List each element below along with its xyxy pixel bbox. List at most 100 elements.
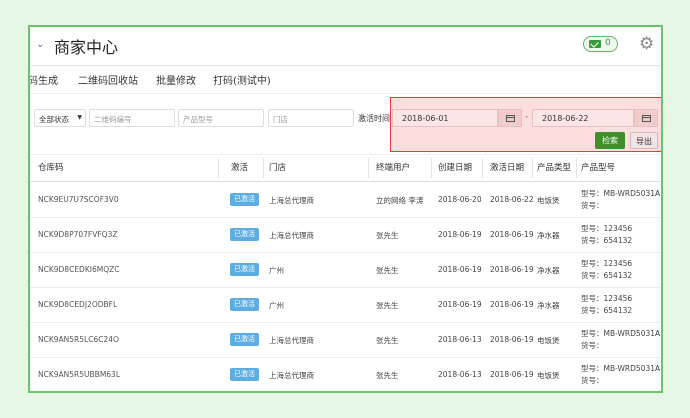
cell-end-user: 张先生 <box>376 301 399 310</box>
cell-product-type: 净水器 <box>537 266 560 275</box>
cell-warehouse-code: NCK9AN5R5LC6C24O <box>38 335 119 344</box>
column-divider <box>263 158 264 178</box>
cell-end-user: 立的网络 李涛 <box>376 196 424 205</box>
cell-item-number: 货号： <box>581 376 604 385</box>
nav-bar: 码生成 二维码回收站 批量修改 打码(测试中) <box>30 65 661 94</box>
table-row[interactable]: NCK9AN5R5UBBM63L 已激活 上海总代理商 张先生 2018-06-… <box>30 357 661 391</box>
table-row[interactable]: NCK9D8CEDKI6MQZC 已激活 广州 张先生 2018-06-19 2… <box>30 252 661 288</box>
store-input[interactable]: 门店 <box>268 109 354 127</box>
column-divider <box>576 158 577 178</box>
table-row[interactable]: NCK9EU7U7SCOF3V0 已激活 上海总代理商 立的网络 李涛 2018… <box>30 182 661 218</box>
cell-created-date: 2018-06-13 <box>438 370 482 379</box>
nav-item-batch-edit[interactable]: 批量修改 <box>156 72 196 87</box>
status-badge: 已激活 <box>230 298 259 311</box>
nav-item-print-code-testing[interactable]: 打码(测试中) <box>213 72 271 87</box>
cell-activation-date: 2018-06-19 <box>490 230 534 239</box>
cell-end-user: 张先生 <box>376 231 399 240</box>
search-button[interactable]: 检索 <box>595 132 625 149</box>
column-header-created-date: 创建日期 <box>438 163 473 173</box>
status-select-value: 全部状态 <box>39 115 69 124</box>
page-title: 商家中心 <box>54 38 119 57</box>
cell-model-number: 型号：MB-WRD5031A <box>581 364 661 373</box>
cell-product-type: 电饭煲 <box>537 196 560 205</box>
header: ⌄ 商家中心 0 ⚙ <box>30 27 661 66</box>
cell-product-type: 电饭煲 <box>537 371 560 380</box>
cell-model-number: 型号：MB-WRD5031A <box>581 189 661 198</box>
cell-warehouse-code: NCK9D8CEDJ2ODBFL <box>38 300 118 309</box>
column-header-activated: 激活 <box>231 163 249 173</box>
cell-store: 上海总代理商 <box>269 196 314 205</box>
table-row[interactable]: NCK9AN5R5LC6C24O 已激活 上海总代理商 张先生 2018-06-… <box>30 322 661 358</box>
cell-model-number: 型号：123456 <box>581 259 633 268</box>
cell-created-date: 2018-06-20 <box>438 195 482 204</box>
cell-item-number: 货号： <box>581 201 604 210</box>
date-to-picker[interactable] <box>634 109 658 127</box>
calendar-icon <box>506 115 515 122</box>
cell-store: 上海总代理商 <box>269 336 314 345</box>
column-header-product-model: 产品型号 <box>581 163 616 173</box>
column-divider <box>532 158 533 178</box>
table-row[interactable]: NCK9D8P707FVFQ3Z 已激活 上海总代理商 张先生 2018-06-… <box>30 217 661 253</box>
column-divider <box>368 158 369 178</box>
cell-store: 广州 <box>269 266 284 275</box>
cell-activation-date: 2018-06-19 <box>490 370 534 379</box>
cell-created-date: 2018-06-19 <box>438 300 482 309</box>
cell-activation-date: 2018-06-19 <box>490 265 534 274</box>
column-divider <box>218 158 219 178</box>
cell-store: 上海总代理商 <box>269 371 314 380</box>
filter-bar: 全部状态 ▼ 二维码编号 产品型号 门店 激活时间 2018-06-01 - 2… <box>30 94 661 155</box>
column-divider <box>482 158 483 178</box>
cell-activation-date: 2018-06-19 <box>490 300 534 309</box>
cell-model-number: 型号：123456 <box>581 224 633 233</box>
cell-product-type: 净水器 <box>537 231 560 240</box>
cell-product-type: 净水器 <box>537 301 560 310</box>
product-model-input[interactable]: 产品型号 <box>178 109 264 127</box>
column-header-product-type: 产品类型 <box>537 163 572 173</box>
caret-down-icon: ▼ <box>77 114 82 121</box>
column-divider <box>431 158 432 178</box>
date-to-input[interactable]: 2018-06-22 <box>532 109 634 127</box>
qr-code-input[interactable]: 二维码编号 <box>89 109 175 127</box>
column-header-warehouse-code: 仓库码 <box>38 163 64 173</box>
cell-model-number: 型号：123456 <box>581 294 633 303</box>
cell-created-date: 2018-06-19 <box>438 230 482 239</box>
app-frame: ⌄ 商家中心 0 ⚙ 码生成 二维码回收站 批量修改 打码(测试中) 全部状态 … <box>28 25 663 393</box>
table-row[interactable]: NCK9D8CEDJ2ODBFL 已激活 广州 张先生 2018-06-19 2… <box>30 287 661 323</box>
date-from-picker[interactable] <box>498 109 522 127</box>
cell-activation-date: 2018-06-19 <box>490 335 534 344</box>
date-range-highlight: 2018-06-01 - 2018-06-22 检索 导出 <box>390 97 661 152</box>
envelope-icon <box>589 40 601 48</box>
column-header-activation-date: 激活日期 <box>490 163 525 173</box>
cell-item-number: 货号： <box>581 341 604 350</box>
cell-item-number: 货号：654132 <box>581 306 633 315</box>
column-header-end-user: 终端用户 <box>376 163 411 173</box>
status-badge: 已激活 <box>230 333 259 346</box>
nav-item-qr-recycle-bin[interactable]: 二维码回收站 <box>78 72 138 87</box>
activation-time-label: 激活时间 <box>358 114 390 123</box>
cell-product-type: 电饭煲 <box>537 336 560 345</box>
cell-warehouse-code: NCK9D8P707FVFQ3Z <box>38 230 118 239</box>
cell-created-date: 2018-06-19 <box>438 265 482 274</box>
cell-warehouse-code: NCK9D8CEDKI6MQZC <box>38 265 120 274</box>
status-badge: 已激活 <box>230 193 259 206</box>
status-select[interactable]: 全部状态 ▼ <box>34 109 86 127</box>
export-button[interactable]: 导出 <box>630 132 658 149</box>
cell-item-number: 货号：654132 <box>581 271 633 280</box>
chevron-down-icon[interactable]: ⌄ <box>36 39 44 50</box>
message-badge[interactable]: 0 <box>583 36 618 52</box>
gear-icon[interactable]: ⚙ <box>639 35 654 53</box>
cell-store: 上海总代理商 <box>269 231 314 240</box>
cell-store: 广州 <box>269 301 284 310</box>
status-badge: 已激活 <box>230 368 259 381</box>
cell-model-number: 型号：MB-WRD5031A <box>581 329 661 338</box>
calendar-icon <box>642 115 651 122</box>
cell-warehouse-code: NCK9EU7U7SCOF3V0 <box>38 195 119 204</box>
table-header: 仓库码 激活 门店 终端用户 创建日期 激活日期 产品类型 产品型号 <box>30 154 661 182</box>
date-from-input[interactable]: 2018-06-01 <box>392 109 498 127</box>
message-count: 0 <box>605 38 611 48</box>
status-badge: 已激活 <box>230 228 259 241</box>
date-separator: - <box>525 112 528 121</box>
cell-end-user: 张先生 <box>376 266 399 275</box>
cell-warehouse-code: NCK9AN5R5UBBM63L <box>38 370 121 379</box>
nav-item-code-generate[interactable]: 码生成 <box>30 72 58 87</box>
